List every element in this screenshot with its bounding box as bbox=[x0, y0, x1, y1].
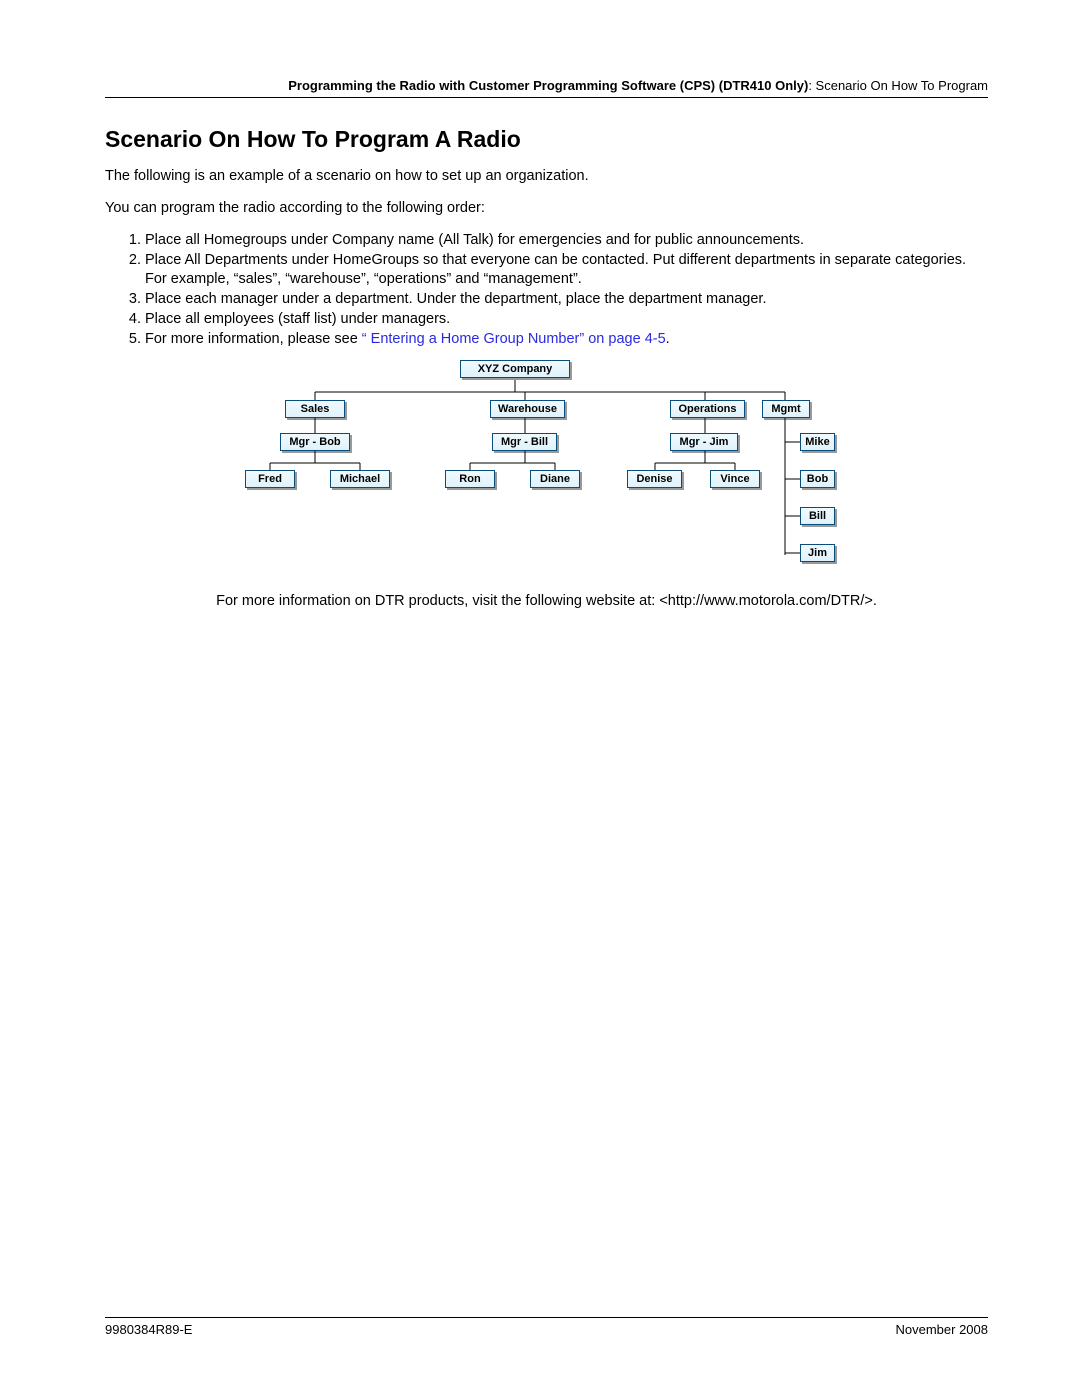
footer-date: November 2008 bbox=[896, 1322, 989, 1337]
node-mgr-bob: Mgr - Bob bbox=[280, 433, 350, 451]
page: Programming the Radio with Customer Prog… bbox=[0, 0, 1080, 1397]
node-mgr-bill: Mgr - Bill bbox=[492, 433, 557, 451]
node-mgmt: Mgmt bbox=[762, 400, 810, 418]
page-footer: 9980384R89-E November 2008 bbox=[105, 1317, 988, 1337]
node-jim: Jim bbox=[800, 544, 835, 562]
step-5-pre: For more information, please see bbox=[145, 331, 362, 347]
step-2: Place All Departments under HomeGroups s… bbox=[145, 251, 988, 287]
xref-link-home-group[interactable]: “ Entering a Home Group Number” on page … bbox=[362, 331, 666, 347]
node-mike: Mike bbox=[800, 433, 835, 451]
node-bob: Bob bbox=[800, 470, 835, 488]
steps-list: Place all Homegroups under Company name … bbox=[105, 231, 988, 348]
node-warehouse: Warehouse bbox=[490, 400, 565, 418]
page-title: Scenario On How To Program A Radio bbox=[105, 126, 988, 153]
footer-docnum: 9980384R89-E bbox=[105, 1322, 192, 1337]
header-breadcrumb: Programming the Radio with Customer Prog… bbox=[105, 78, 988, 98]
node-ron: Ron bbox=[445, 470, 495, 488]
node-fred: Fred bbox=[245, 470, 295, 488]
step-3: Place each manager under a department. U… bbox=[145, 290, 988, 308]
node-sales: Sales bbox=[285, 400, 345, 418]
node-company: XYZ Company bbox=[460, 360, 570, 378]
step-5-post: . bbox=[666, 331, 670, 347]
node-vince: Vince bbox=[710, 470, 760, 488]
node-mgr-jim: Mgr - Jim bbox=[670, 433, 738, 451]
breadcrumb-tail: : Scenario On How To Program bbox=[808, 78, 988, 93]
intro-para-2: You can program the radio according to t… bbox=[105, 199, 988, 217]
node-bill: Bill bbox=[800, 507, 835, 525]
node-michael: Michael bbox=[330, 470, 390, 488]
intro-para-1: The following is an example of a scenari… bbox=[105, 167, 988, 185]
step-5: For more information, please see “ Enter… bbox=[145, 330, 988, 348]
after-chart-para: For more information on DTR products, vi… bbox=[105, 593, 988, 609]
node-operations: Operations bbox=[670, 400, 745, 418]
node-denise: Denise bbox=[627, 470, 682, 488]
step-1: Place all Homegroups under Company name … bbox=[145, 231, 988, 249]
org-chart-lines bbox=[195, 360, 835, 565]
breadcrumb-bold: Programming the Radio with Customer Prog… bbox=[288, 78, 808, 93]
org-chart: XYZ Company Sales Warehouse Operations M… bbox=[195, 360, 835, 565]
node-diane: Diane bbox=[530, 470, 580, 488]
step-4: Place all employees (staff list) under m… bbox=[145, 310, 988, 328]
